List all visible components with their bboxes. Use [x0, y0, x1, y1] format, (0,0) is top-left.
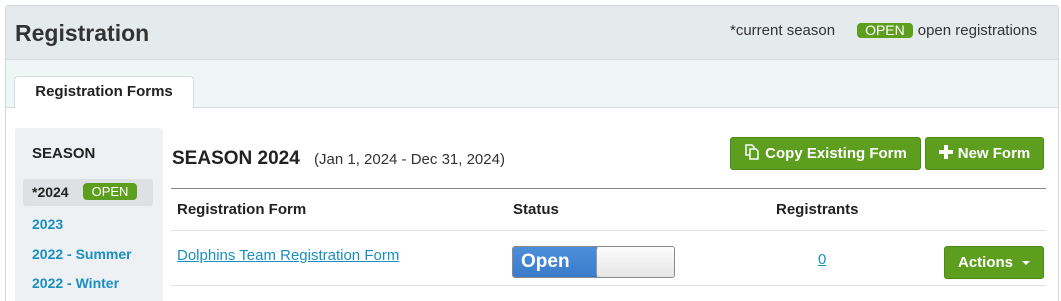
page-title: Registration	[15, 20, 150, 46]
table-bottom-border	[171, 285, 1046, 286]
legend-current-season: *current season	[730, 22, 836, 39]
panel-header: Registration *current season OPEN open r…	[6, 6, 1058, 60]
registrants-count-link[interactable]: 0	[818, 251, 826, 268]
status-legend: *current season OPEN open registrations	[730, 22, 1037, 39]
season-date-range: (Jan 1, 2024 - Dec 31, 2024)	[314, 151, 505, 168]
column-header-form: Registration Form	[177, 201, 307, 218]
copy-existing-form-button[interactable]: Copy Existing Form	[730, 137, 921, 170]
sidebar-item-2022-winter[interactable]: 2022 - Winter	[23, 270, 153, 297]
open-badge: OPEN	[82, 183, 138, 200]
legend-open-badge: OPEN	[857, 23, 913, 38]
sidebar-item-2024[interactable]: *2024 OPEN	[23, 179, 153, 206]
plus-icon	[938, 144, 953, 163]
legend-open-text: open registrations	[917, 22, 1037, 39]
new-form-button[interactable]: New Form	[925, 137, 1044, 170]
registration-panel: Registration *current season OPEN open r…	[5, 5, 1059, 301]
caret-down-icon	[1022, 260, 1030, 265]
sidebar-item-2023[interactable]: 2023	[23, 211, 153, 238]
column-header-registrants: Registrants	[776, 201, 859, 218]
column-header-status: Status	[513, 201, 559, 218]
copy-button-label: Copy Existing Form	[765, 145, 907, 162]
toggle-knob[interactable]	[596, 247, 674, 277]
copy-icon	[744, 143, 760, 164]
tab-bar: Registration Forms	[6, 60, 1058, 109]
season-sidebar: SEASON *2024 OPEN 2023 2022 - Summer 2022…	[15, 128, 163, 301]
status-toggle-label: Open	[513, 247, 597, 277]
form-name-link[interactable]: Dolphins Team Registration Form	[177, 247, 399, 264]
sidebar-item-2022-summer[interactable]: 2022 - Summer	[23, 241, 153, 268]
sidebar-heading: SEASON	[32, 145, 96, 162]
main-content: SEASON 2024 (Jan 1, 2024 - Dec 31, 2024)…	[171, 128, 1046, 301]
sidebar-item-label: *2024	[32, 184, 69, 200]
status-toggle[interactable]: Open	[512, 246, 675, 278]
actions-button-label: Actions	[957, 254, 1013, 271]
season-title: SEASON 2024	[172, 148, 300, 169]
new-button-label: New Form	[957, 145, 1031, 162]
table-top-border	[171, 188, 1046, 189]
actions-dropdown-button[interactable]: Actions	[944, 246, 1044, 279]
table-divider	[171, 230, 1046, 231]
tab-registration-forms[interactable]: Registration Forms	[14, 76, 194, 109]
